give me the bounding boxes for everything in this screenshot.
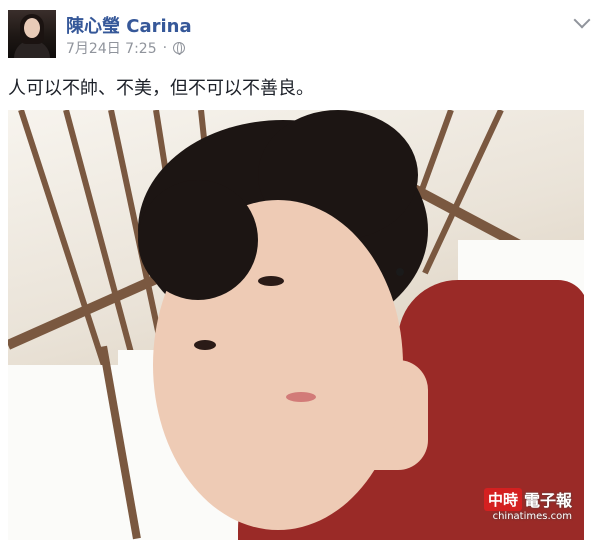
shoji-panel bbox=[8, 365, 118, 540]
earring bbox=[396, 268, 404, 276]
facebook-post: 陳心瑩 Carina 7月24日 7:25 · 人可以不帥、不美，但不可以不善良… bbox=[0, 0, 600, 552]
post-header: 陳心瑩 Carina 7月24日 7:25 · bbox=[8, 10, 592, 60]
watermark-brand: 中時 bbox=[483, 487, 522, 511]
eye-right bbox=[258, 276, 284, 286]
post-photo[interactable]: 中時 電子報 chinatimes.com bbox=[8, 110, 584, 540]
watermark-url: chinatimes.com bbox=[492, 511, 572, 522]
chevron-down-icon[interactable] bbox=[573, 11, 591, 29]
globe-icon[interactable] bbox=[173, 42, 186, 55]
watermark-text: 電子報 bbox=[523, 491, 572, 510]
avatar[interactable] bbox=[8, 10, 56, 58]
post-meta: 7月24日 7:25 · bbox=[66, 38, 186, 58]
eye-left bbox=[194, 340, 216, 350]
post-text: 人可以不帥、不美，但不可以不善良。 bbox=[8, 78, 314, 99]
avatar-face bbox=[24, 18, 40, 38]
post-timestamp[interactable]: 7月24日 7:25 bbox=[66, 38, 157, 58]
watermark: 中時 電子報 chinatimes.com bbox=[483, 487, 572, 522]
author-name[interactable]: 陳心瑩 Carina bbox=[66, 12, 192, 38]
lips bbox=[286, 392, 316, 402]
hair-side bbox=[138, 180, 258, 300]
